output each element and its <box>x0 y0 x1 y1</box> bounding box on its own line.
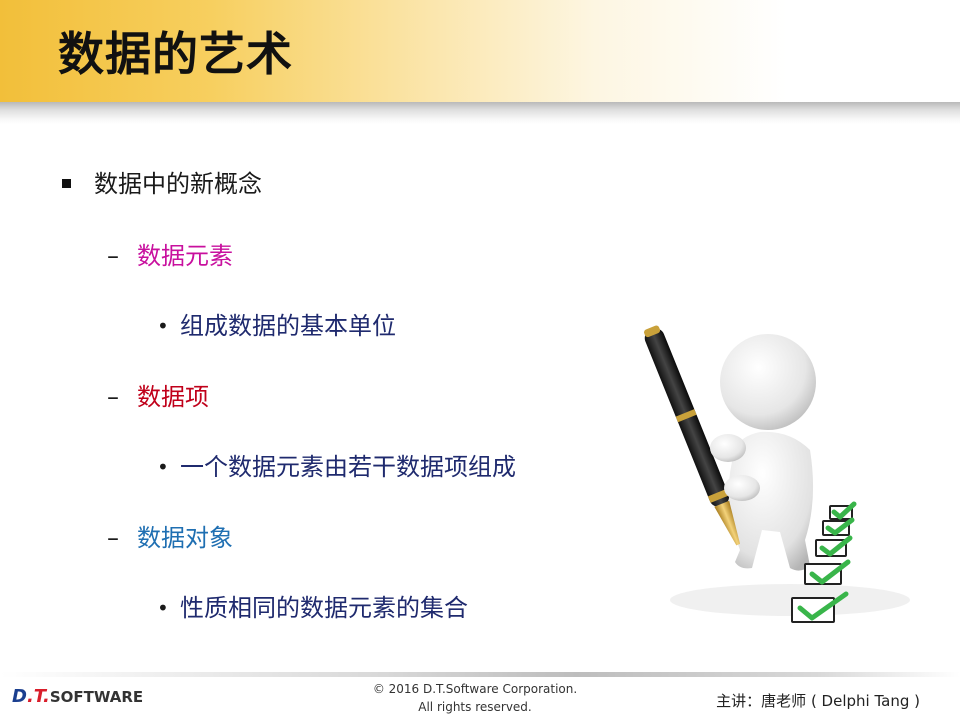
bullet-data-element-desc: 组成数据的基本单位 <box>180 312 396 340</box>
slide-title: 数据的艺术 <box>58 27 293 81</box>
copyright-line2: All rights reserved. <box>418 700 532 714</box>
copyright-line1: © 2016 D.T.Software Corporation. <box>372 682 578 696</box>
bullet-level1: 数据中的新概念 <box>94 170 262 198</box>
dot-bullet-icon: • <box>157 314 169 338</box>
dot-bullet-icon: • <box>157 455 169 479</box>
square-bullet-icon <box>62 179 71 188</box>
bullet-data-object: 数据对象 <box>137 524 233 552</box>
bullet-data-item-desc: 一个数据元素由若干数据项组成 <box>180 453 516 481</box>
dash-bullet-icon: – <box>107 383 119 411</box>
dash-bullet-icon: – <box>107 524 119 552</box>
bullet-data-object-desc: 性质相同的数据元素的集合 <box>180 594 468 622</box>
title-bar: 数据的艺术 <box>0 0 960 102</box>
dt-software-logo: D.T.SOFTWARE <box>12 686 143 707</box>
copyright-notice: © 2016 D.T.Software Corporation. All rig… <box>330 680 620 716</box>
logo-letter: D <box>12 686 27 707</box>
dash-bullet-icon: – <box>107 242 119 270</box>
logo-software: SOFTWARE <box>49 688 144 706</box>
footer-divider <box>0 672 960 677</box>
title-bar-shadow <box>0 102 960 124</box>
speaker-label: 主讲：唐老师 ( Delphi Tang ) <box>716 692 920 710</box>
dot-bullet-icon: • <box>157 596 169 620</box>
logo-dot: .T. <box>26 686 50 707</box>
figure-with-pen-illustration <box>644 325 910 623</box>
bullet-data-item: 数据项 <box>137 383 209 411</box>
bullet-data-element: 数据元素 <box>137 242 233 270</box>
